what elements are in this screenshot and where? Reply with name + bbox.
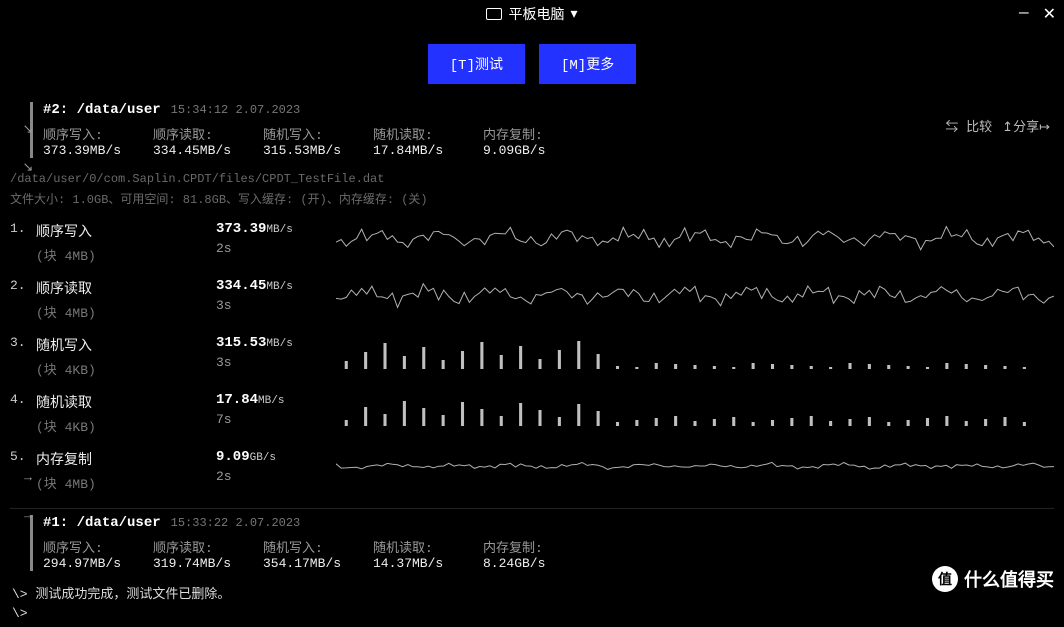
chevron-down-icon: ▾: [570, 6, 577, 23]
minimize-button[interactable]: —: [1019, 4, 1029, 24]
divider: [10, 508, 1054, 509]
test-value: 334.45MB/s: [216, 278, 326, 294]
test-row: 5. 内存复制 (块 4MB) 9.09GB/s 2s: [10, 445, 1054, 502]
test-graph: [336, 278, 1054, 312]
arrow-icon: ↘: [18, 122, 38, 137]
status-line-1: \> 测试成功完成，测试文件已删除。: [12, 581, 1052, 604]
test-name: 顺序写入: [36, 221, 206, 241]
status-area: \> 测试成功完成，测试文件已删除。 \>: [0, 571, 1064, 627]
file-meta: 文件大小: 1.0GB、可用空间: 81.8GB、写入缓存: (开)、内存缓存:…: [0, 188, 1064, 217]
test-value: 315.53MB/s: [216, 335, 326, 351]
run-1: → → #1: /data/user 15:33:22 2.07.2023 顺序…: [0, 515, 1064, 571]
test-number: 3.: [10, 335, 26, 350]
run-2-summary: 顺序写入:373.39MB/s 顺序读取:334.45MB/s 随机写入:315…: [30, 118, 1054, 158]
watermark: 值 什么值得买: [932, 566, 1054, 592]
arrow-icon: ↘: [18, 160, 38, 175]
test-name: 随机写入: [36, 335, 206, 355]
test-graph: [336, 335, 1054, 369]
test-value: 9.09GB/s: [216, 449, 326, 465]
status-line-2: \>: [12, 604, 1052, 623]
more-button[interactable]: [M]更多: [539, 44, 636, 84]
test-row: 2. 顺序读取 (块 4MB) 334.45MB/s 3s: [10, 274, 1054, 331]
tests-list: 1. 顺序写入 (块 4MB) 373.39MB/s 2s 2. 顺序读取 (块…: [0, 217, 1064, 502]
test-number: 5.: [10, 449, 26, 464]
file-path: /data/user/0/com.Saplin.CPDT/files/CPDT_…: [0, 158, 1064, 188]
arrow-icon: →: [18, 470, 38, 485]
test-row: 3. 随机写入 (块 4KB) 315.53MB/s 3s: [10, 331, 1054, 388]
compare-action[interactable]: ⇆ 比较: [945, 116, 992, 135]
watermark-badge-icon: 值: [932, 566, 958, 592]
run-2: ↘ ↘ #2: /data/user 15:34:12 2.07.2023 顺序…: [0, 102, 1064, 158]
test-button[interactable]: [T]测试: [428, 44, 525, 84]
device-label: 平板电脑: [508, 4, 564, 24]
test-number: 1.: [10, 221, 26, 236]
arrow-icon: →: [18, 508, 38, 523]
test-block-size: (块 4MB): [36, 302, 206, 321]
test-name: 顺序读取: [36, 278, 206, 298]
test-duration: 3s: [216, 298, 326, 313]
run-1-timestamp: 15:33:22 2.07.2023: [171, 516, 301, 530]
test-value: 373.39MB/s: [216, 221, 326, 237]
close-button[interactable]: ✕: [1043, 4, 1056, 24]
watermark-text: 什么值得买: [964, 566, 1054, 592]
test-duration: 2s: [216, 241, 326, 256]
test-duration: 7s: [216, 412, 326, 427]
tablet-icon: [486, 8, 502, 20]
run-1-summary: 顺序写入:294.97MB/s 顺序读取:319.74MB/s 随机写入:354…: [30, 531, 1054, 571]
share-action[interactable]: ↥分享↦: [1002, 116, 1050, 135]
run-2-timestamp: 15:34:12 2.07.2023: [171, 103, 301, 117]
test-value: 17.84MB/s: [216, 392, 326, 408]
test-row: 4. 随机读取 (块 4KB) 17.84MB/s 7s: [10, 388, 1054, 445]
title-center[interactable]: 平板电脑 ▾: [486, 4, 577, 24]
run-2-header: #2: /data/user 15:34:12 2.07.2023: [30, 102, 1054, 118]
test-block-size: (块 4KB): [36, 359, 206, 378]
window-controls: — ✕: [1019, 4, 1056, 24]
test-row: 1. 顺序写入 (块 4MB) 373.39MB/s 2s: [10, 217, 1054, 274]
test-number: 4.: [10, 392, 26, 407]
toolbar: [T]测试 [M]更多: [0, 28, 1064, 102]
test-block-size: (块 4KB): [36, 416, 206, 435]
test-block-size: (块 4MB): [36, 245, 206, 264]
test-graph: [336, 221, 1054, 255]
titlebar: 平板电脑 ▾ — ✕: [0, 0, 1064, 28]
test-graph: [336, 392, 1054, 426]
test-name: 随机读取: [36, 392, 206, 412]
test-number: 2.: [10, 278, 26, 293]
test-duration: 3s: [216, 355, 326, 370]
run-1-header: #1: /data/user 15:33:22 2.07.2023: [30, 515, 1054, 531]
test-duration: 2s: [216, 469, 326, 484]
test-name: 内存复制: [36, 449, 206, 469]
test-block-size: (块 4MB): [36, 473, 206, 492]
top-actions: ⇆ 比较 ↥分享↦: [945, 116, 1050, 135]
test-graph: [336, 449, 1054, 483]
